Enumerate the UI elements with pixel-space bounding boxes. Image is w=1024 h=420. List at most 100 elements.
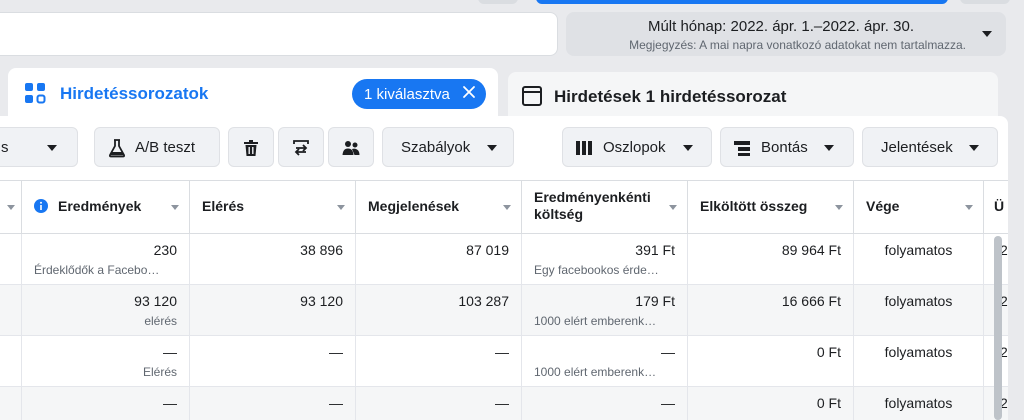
table-cell-results: 230 Érdeklődők a Facebo…	[22, 234, 190, 285]
close-icon[interactable]	[461, 84, 477, 100]
grid-icon	[25, 83, 46, 104]
reach-value: —	[329, 344, 343, 360]
table-cell-reach: 38 896	[190, 234, 356, 285]
breakdown-dropdown[interactable]: Bontás	[720, 127, 854, 167]
table-cell-impressions: 103 287	[356, 285, 522, 336]
selected-filter-pill[interactable]: 1 kiválasztva	[352, 79, 486, 109]
ends-value: folyamatos	[884, 242, 953, 258]
info-icon[interactable]	[34, 199, 48, 213]
cost-per-result-value: —	[661, 395, 675, 411]
column-header-cut-right-label: Ü	[994, 198, 1005, 214]
chevron-down-icon	[824, 145, 834, 151]
tab-ads-label: Hirdetések 1 hirdetéssorozat	[554, 87, 787, 106]
table-cell-impressions: —	[356, 387, 522, 420]
table-cell-ends: folyamatos	[854, 387, 984, 420]
date-range-label: Múlt hónap: 2022. ápr. 1.–2022. ápr. 30.	[647, 18, 914, 35]
column-header-cost-per-result-label-2: költség	[534, 206, 584, 222]
column-header-results-label: Eredmények	[58, 198, 142, 214]
column-header-results[interactable]: Eredmények	[22, 181, 190, 233]
column-header-amount-spent-label: Elköltött összeg	[700, 198, 808, 214]
impressions-value: 87 019	[466, 242, 509, 258]
column-header-amount-spent[interactable]: Elköltött összeg	[688, 181, 854, 233]
results-value: —	[163, 344, 177, 360]
table-cell-impressions: —	[356, 336, 522, 387]
results-subtext: Érdeklődők a Facebo…	[34, 263, 160, 277]
reach-value: 38 896	[300, 242, 343, 258]
table-header-row: Eredmények Elérés Megjelenések Eredménye…	[0, 180, 1008, 234]
column-header-cost-per-result-label-1: Eredményenkénti	[534, 189, 651, 205]
ends-value: folyamatos	[884, 344, 953, 360]
table-row[interactable]: — Elérés — — — 1000 elért emberenk… 0 Ft…	[0, 336, 1008, 387]
table-cell-reach: —	[190, 336, 356, 387]
sort-caret-icon	[337, 205, 345, 210]
adsets-table: Eredmények Elérés Megjelenések Eredménye…	[0, 180, 1008, 420]
export-button[interactable]	[278, 127, 324, 167]
table-cell	[0, 234, 22, 285]
selected-count-label: 1 kiválasztva	[364, 86, 450, 103]
amount-spent-value: 89 964 Ft	[781, 242, 841, 258]
table-cell-amount-spent: 89 964 Ft	[688, 234, 854, 285]
date-range-picker[interactable]: Múlt hónap: 2022. ápr. 1.–2022. ápr. 30.…	[566, 12, 1006, 56]
table-cell-results: — Elérés	[22, 336, 190, 387]
table-cell-impressions: 87 019	[356, 234, 522, 285]
table-cell-cost-per-result: 179 Ft 1000 elért emberenk…	[522, 285, 688, 336]
columns-label: Oszlopok	[603, 139, 666, 156]
table-cell-amount-spent: 16 666 Ft	[688, 285, 854, 336]
table-cell-cost-per-result: —	[522, 387, 688, 420]
edit-button-label: s	[1, 139, 9, 156]
search-filter-bar[interactable]	[0, 12, 558, 56]
rules-dropdown[interactable]: Szabályok	[382, 127, 514, 167]
table-cell-results: —	[22, 387, 190, 420]
ab-test-label: A/B teszt	[135, 139, 196, 156]
column-header-cut-right[interactable]: Ü	[984, 181, 1008, 233]
top-primary-button[interactable]	[536, 0, 948, 4]
table-cell	[0, 387, 22, 420]
column-header-ends[interactable]: Vége	[854, 181, 984, 233]
table-row[interactable]: 93 120 elérés 93 120 103 287 179 Ft 1000…	[0, 285, 1008, 336]
sort-caret-icon	[835, 205, 843, 210]
table-cell-results: 93 120 elérés	[22, 285, 190, 336]
table-cell-amount-spent: 0 Ft	[688, 387, 854, 420]
results-value: —	[163, 395, 177, 411]
trash-icon	[244, 140, 258, 156]
chevron-down-icon	[47, 145, 57, 151]
chevron-down-icon	[487, 145, 497, 151]
results-subtext: elérés	[144, 314, 177, 328]
flask-icon	[108, 139, 126, 158]
breakdown-icon	[734, 141, 750, 156]
column-header-cost-per-result[interactable]: Eredményenkénti költség	[522, 181, 688, 233]
impressions-value: —	[495, 395, 509, 411]
breakdown-label: Bontás	[761, 139, 808, 156]
columns-icon	[576, 141, 592, 155]
reports-dropdown[interactable]: Jelentések	[862, 127, 998, 167]
edit-dropdown-button[interactable]: s	[0, 127, 78, 167]
table-cell-ends: folyamatos	[854, 285, 984, 336]
table-cell-reach: —	[190, 387, 356, 420]
cost-per-result-value: —	[661, 344, 675, 360]
vertical-scrollbar[interactable]	[994, 236, 1002, 420]
columns-dropdown[interactable]: Oszlopok	[562, 127, 712, 167]
table-row[interactable]: 230 Érdeklődők a Facebo… 38 896 87 019 3…	[0, 234, 1008, 285]
column-header-reach[interactable]: Elérés	[190, 181, 356, 233]
table-cell-ends: folyamatos	[854, 234, 984, 285]
amount-spent-value: 0 Ft	[816, 395, 841, 411]
export-icon	[293, 140, 309, 156]
chevron-down-icon	[969, 145, 979, 151]
ab-test-button[interactable]: A/B teszt	[94, 127, 220, 167]
results-value: 93 120	[134, 293, 177, 309]
results-value: 230	[153, 242, 177, 258]
tab-adsets-label: Hirdetéssorozatok	[60, 84, 209, 103]
audience-button[interactable]	[328, 127, 374, 167]
column-header-impressions[interactable]: Megjelenések	[356, 181, 522, 233]
cost-per-result-value: 391 Ft	[635, 242, 675, 258]
column-header-reach-label: Elérés	[202, 198, 245, 214]
adsets-panel: s A/B teszt Szabályok Oszlopok Bontás Je…	[0, 116, 1008, 420]
column-header-cut[interactable]	[0, 181, 22, 233]
table-row[interactable]: — — — — 0 Ft folyamatos 2	[0, 387, 1008, 420]
sort-caret-icon	[669, 205, 677, 210]
tab-ads[interactable]: Hirdetések 1 hirdetéssorozat	[508, 72, 998, 122]
chevron-down-icon	[982, 31, 992, 37]
top-secondary-button[interactable]	[478, 0, 518, 4]
delete-button[interactable]	[228, 127, 274, 167]
top-more-button[interactable]	[960, 0, 1010, 4]
